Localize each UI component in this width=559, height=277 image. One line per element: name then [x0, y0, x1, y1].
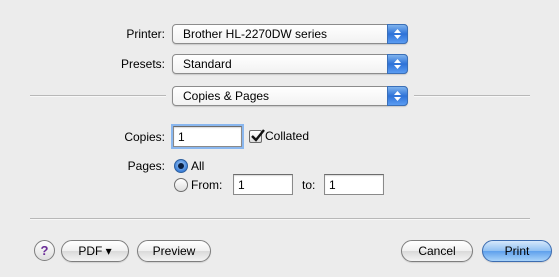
collated-label: Collated: [265, 129, 310, 143]
printer-label: Printer:: [126, 27, 165, 41]
printer-popup[interactable]: Brother HL-2270DW series: [172, 24, 408, 44]
print-button[interactable]: Print: [482, 240, 552, 262]
pages-from-label: From:: [191, 178, 223, 192]
preview-button[interactable]: Preview: [137, 240, 211, 262]
pages-to-field[interactable]: 1: [324, 174, 384, 195]
pages-all-radio[interactable]: [174, 159, 188, 173]
pages-to-label: to:: [302, 178, 316, 192]
pages-from-radio[interactable]: [174, 178, 188, 192]
pdf-button[interactable]: PDF ▾: [61, 240, 129, 262]
copies-value: 1: [178, 130, 185, 144]
pages-label: Pages:: [127, 159, 165, 173]
footer-separator: [30, 218, 530, 220]
pages-from-field[interactable]: 1: [233, 174, 293, 195]
pages-all-label: All: [191, 159, 205, 173]
copies-label: Copies:: [124, 130, 165, 144]
pages-from-value: 1: [238, 178, 245, 192]
copies-field[interactable]: 1: [173, 126, 242, 147]
popup-arrows-icon: [387, 54, 408, 74]
cancel-button[interactable]: Cancel: [401, 240, 473, 262]
presets-popup-value: Standard: [183, 57, 232, 71]
printer-popup-value: Brother HL-2270DW series: [183, 27, 328, 41]
panel-popup-value: Copies & Pages: [183, 89, 270, 103]
radio-dot-icon: [178, 163, 184, 169]
popup-arrows-icon: [387, 86, 408, 106]
separator-right: [414, 95, 530, 97]
panel-popup[interactable]: Copies & Pages: [172, 86, 408, 106]
help-button[interactable]: ?: [34, 240, 55, 261]
checkmark-icon: [251, 129, 265, 142]
collated-checkbox[interactable]: [249, 129, 265, 143]
separator-left: [30, 95, 166, 97]
presets-label: Presets:: [120, 57, 165, 71]
popup-arrows-icon: [387, 24, 408, 44]
presets-popup[interactable]: Standard: [172, 54, 408, 74]
pages-to-value: 1: [329, 178, 336, 192]
